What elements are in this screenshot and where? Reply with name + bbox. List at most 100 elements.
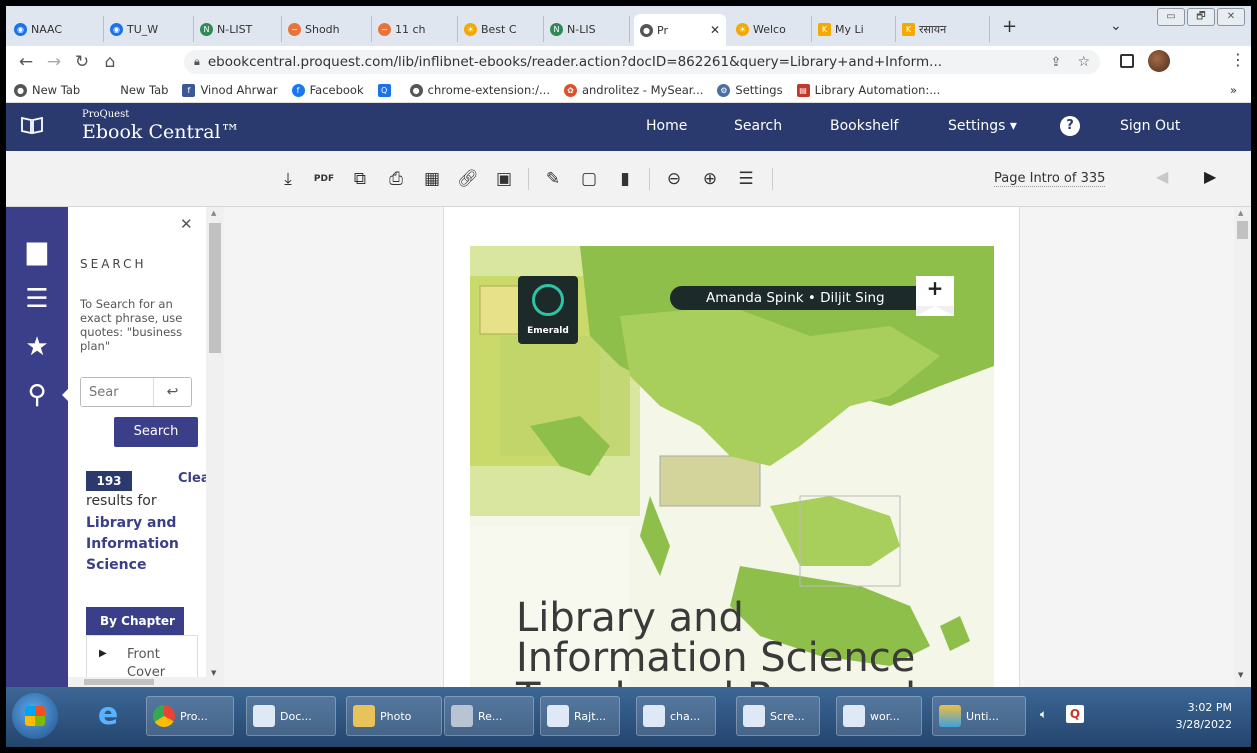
browser-tab[interactable]: ☀ Welco — [730, 16, 812, 42]
home-icon[interactable]: ⌂ — [96, 52, 124, 72]
bookmark-item[interactable]: ● New Tab — [14, 83, 80, 97]
taskbar-item[interactable]: Pro... — [146, 696, 234, 736]
more-bookmarks-button[interactable]: » — [1230, 83, 1237, 97]
help-icon[interactable]: ? — [1060, 116, 1080, 136]
scroll-thumb[interactable] — [1237, 221, 1248, 239]
bookmark-icon[interactable]: ▮ — [607, 169, 643, 189]
book-icon[interactable]: ▆ — [6, 227, 68, 275]
expand-arrow-icon[interactable]: ▶ — [99, 648, 107, 659]
browser-tab[interactable]: ☀ Best C — [458, 16, 544, 42]
viewer-scrollbar[interactable]: ▲ ▼ — [1234, 207, 1251, 687]
bookmark-star-icon[interactable]: ☆ — [1077, 54, 1090, 70]
browser-tab[interactable]: ◉ NAAC — [8, 16, 104, 42]
left-rail: ▆ ☰ ★ ⚲ — [6, 207, 70, 687]
bookmark-item[interactable]: ⚙ Settings — [717, 83, 783, 97]
back-icon[interactable]: ← — [12, 52, 40, 72]
bookmark-item[interactable]: f Vinod Ahrwar — [182, 83, 278, 97]
browser-tab-active[interactable]: ● Pr ✕ — [634, 14, 726, 46]
favorites-star-icon[interactable]: ★ — [6, 323, 68, 371]
taskbar-item[interactable]: Unti... — [932, 696, 1026, 736]
reload-icon[interactable]: ↻ — [68, 52, 96, 72]
bookmark-item[interactable]: ✿ androlitez - MySear... — [563, 83, 703, 97]
browser-tab[interactable]: ~ Shodh — [282, 16, 372, 42]
volume-icon[interactable]: 🔈︎ — [1040, 707, 1047, 722]
app-icon — [451, 705, 473, 727]
forward-icon[interactable]: → — [40, 52, 68, 72]
by-chapter-tab[interactable]: By Chapter — [86, 607, 184, 635]
minimize-button[interactable]: ▭ — [1157, 8, 1185, 26]
tab-search-icon[interactable]: ⌄ — [1110, 18, 1122, 34]
previous-page-icon[interactable]: ◀ — [1156, 167, 1168, 186]
maximize-button[interactable]: 🗗 — [1187, 8, 1215, 26]
next-page-icon[interactable]: ▶ — [1204, 167, 1216, 186]
browser-menu-icon[interactable]: ⋮ — [1230, 50, 1246, 69]
browser-tab[interactable]: ~11 ch — [372, 16, 458, 42]
panel-horizontal-scrollbar[interactable] — [68, 677, 224, 687]
start-button[interactable] — [12, 693, 58, 739]
profile-avatar[interactable] — [1148, 50, 1170, 72]
new-tab-button[interactable]: + — [1002, 16, 1017, 37]
bookmarks-bar: ● New Tab New Tab f Vinod Ahrwar f Facebook… — [6, 78, 1251, 103]
address-bar[interactable]: 🔒︎ ebookcentral.proquest.com/lib/inflibn… — [184, 50, 1100, 74]
bookmark-item[interactable]: New Tab — [120, 83, 168, 97]
enter-icon[interactable]: ↩ — [153, 378, 191, 406]
page-indicator[interactable]: Page Intro of 335 — [994, 171, 1106, 187]
book-authors: Amanda Spink • Diljit Sing — [670, 286, 940, 310]
lock-icon: 🔒︎ — [194, 55, 200, 68]
taskbar-item[interactable]: cha... — [636, 696, 716, 736]
bookmark-item[interactable]: Q — [377, 83, 396, 97]
highlight-icon[interactable]: ✎ — [535, 169, 571, 189]
nav-home[interactable]: Home — [646, 118, 687, 134]
search-icon[interactable]: ⚲ — [6, 371, 70, 419]
bookmark-item[interactable]: ● chrome-extension:/... — [409, 83, 550, 97]
clock-date[interactable]: 3/28/2022 — [1162, 718, 1232, 731]
taskbar-item[interactable]: wor... — [836, 696, 922, 736]
tray-app-icon[interactable]: Q — [1066, 705, 1084, 723]
clock-time[interactable]: 3:02 PM — [1162, 701, 1232, 714]
table-of-contents-icon[interactable]: ☰ — [6, 275, 68, 323]
nav-bookshelf[interactable]: Bookshelf — [830, 118, 898, 134]
folder-icon — [353, 705, 375, 727]
comment-icon[interactable]: ▣ — [486, 169, 522, 189]
bookmark-item[interactable]: ▤ Library Automation:... — [796, 83, 940, 97]
taskbar-item[interactable]: Scre... — [736, 696, 820, 736]
link-icon[interactable]: 🔗︎ — [450, 169, 486, 189]
nav-search[interactable]: Search — [734, 118, 782, 134]
taskbar-item[interactable]: Photo — [346, 696, 442, 736]
download-icon[interactable]: ⤓ — [270, 169, 306, 189]
book-title-line-2: Information Science — [516, 635, 916, 681]
search-input[interactable] — [81, 378, 153, 406]
internet-explorer-icon[interactable]: e — [92, 699, 124, 731]
side-panel-icon[interactable] — [1120, 54, 1134, 68]
bookmark-item[interactable]: f Facebook — [291, 83, 364, 97]
browser-tab[interactable]: N N-LIS — [544, 16, 630, 42]
browser-tab[interactable]: K My Li — [812, 16, 896, 42]
panel-scrollbar[interactable]: ▲ ▼ — [206, 207, 224, 687]
view-options-icon[interactable]: ☰ — [728, 169, 764, 189]
search-button[interactable]: Search — [114, 417, 198, 447]
zoom-in-icon[interactable]: ⊕ — [692, 169, 728, 189]
scroll-thumb[interactable] — [209, 223, 221, 353]
taskbar-item[interactable]: Re... — [444, 696, 534, 736]
print-icon[interactable]: ⎙ — [378, 169, 414, 189]
pdf-icon[interactable]: PDF — [306, 174, 342, 184]
nav-sign-out[interactable]: Sign Out — [1120, 118, 1180, 134]
clear-results-link[interactable]: Clea — [178, 471, 210, 486]
add-to-bookshelf-icon[interactable]: ▦ — [414, 169, 450, 189]
ebook-central-logo[interactable]: Ebook Central™ — [82, 121, 240, 143]
browser-tab[interactable]: K रसायन — [896, 16, 990, 42]
taskbar-item[interactable]: Rajt... — [540, 696, 620, 736]
nav-settings[interactable]: Settings ▾ — [948, 118, 1017, 134]
share-icon[interactable]: ⇪ — [1051, 55, 1062, 70]
close-window-button[interactable]: ✕ — [1217, 8, 1245, 26]
copy-icon[interactable]: ⧉ — [342, 169, 378, 189]
add-bookmark-button[interactable]: + — [916, 276, 954, 316]
search-hint: To Search for an exact phrase, use quote… — [80, 297, 183, 353]
browser-tab[interactable]: N N-LIST — [194, 16, 282, 42]
close-tab-icon[interactable]: ✕ — [710, 23, 720, 37]
note-icon[interactable]: ▢ — [571, 169, 607, 189]
taskbar-item[interactable]: Doc... — [246, 696, 336, 736]
close-panel-button[interactable]: ✕ — [180, 215, 193, 233]
zoom-out-icon[interactable]: ⊖ — [656, 169, 692, 189]
browser-tab[interactable]: ◉ TU_W — [104, 16, 194, 42]
